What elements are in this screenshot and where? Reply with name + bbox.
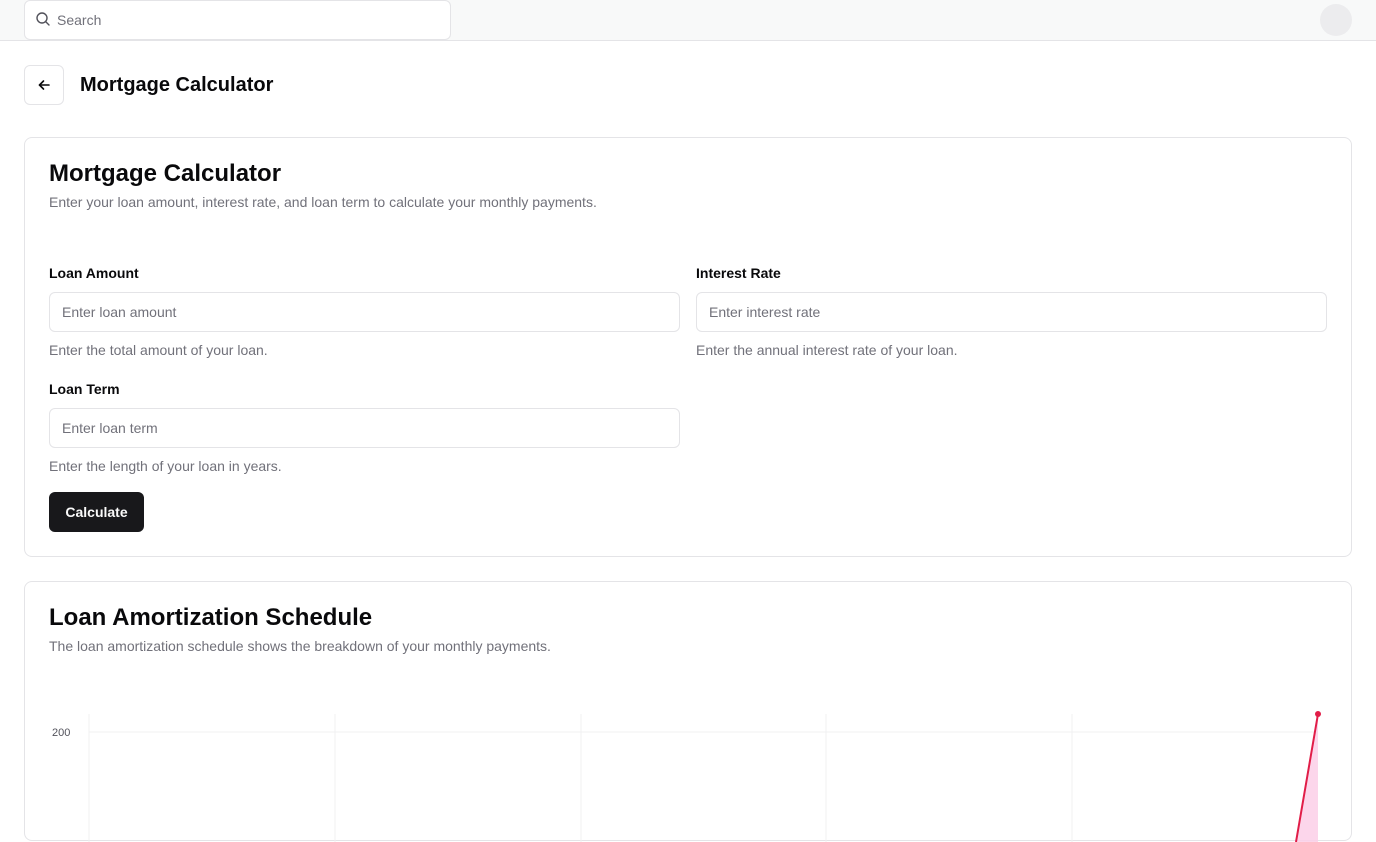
- search-input[interactable]: [57, 1, 437, 39]
- amortization-description: The loan amortization schedule shows the…: [49, 638, 551, 654]
- loan-term-label: Loan Term: [49, 381, 120, 397]
- page-title: Mortgage Calculator: [80, 74, 274, 96]
- loan-amount-input[interactable]: [49, 292, 680, 332]
- interest-rate-label: Interest Rate: [696, 265, 781, 281]
- search-box[interactable]: [24, 0, 451, 40]
- loan-amount-label: Loan Amount: [49, 265, 139, 281]
- calculator-description: Enter your loan amount, interest rate, a…: [49, 194, 597, 210]
- arrow-left-icon: [38, 80, 50, 90]
- back-button[interactable]: [24, 65, 64, 105]
- amortization-title: Loan Amortization Schedule: [49, 604, 373, 631]
- loan-amount-hint: Enter the total amount of your loan.: [49, 342, 268, 358]
- interest-rate-hint: Enter the annual interest rate of your l…: [696, 342, 958, 358]
- calculator-card: Mortgage Calculator Enter your loan amou…: [24, 137, 1352, 557]
- calculator-title: Mortgage Calculator: [49, 160, 282, 187]
- y-tick-label: 200: [52, 727, 70, 739]
- loan-term-input[interactable]: [49, 408, 680, 448]
- top-bar: [0, 0, 1376, 41]
- loan-term-hint: Enter the length of your loan in years.: [49, 458, 282, 474]
- avatar[interactable]: [1320, 4, 1352, 36]
- chart-grid: [88, 714, 1318, 842]
- search-icon: [36, 12, 50, 26]
- calculate-button[interactable]: Calculate: [49, 492, 144, 532]
- amortization-card: Loan Amortization Schedule The loan amor…: [24, 581, 1352, 842]
- interest-rate-input[interactable]: [696, 292, 1327, 332]
- series-point: [1315, 711, 1321, 717]
- amortization-chart: 200: [52, 711, 1321, 842]
